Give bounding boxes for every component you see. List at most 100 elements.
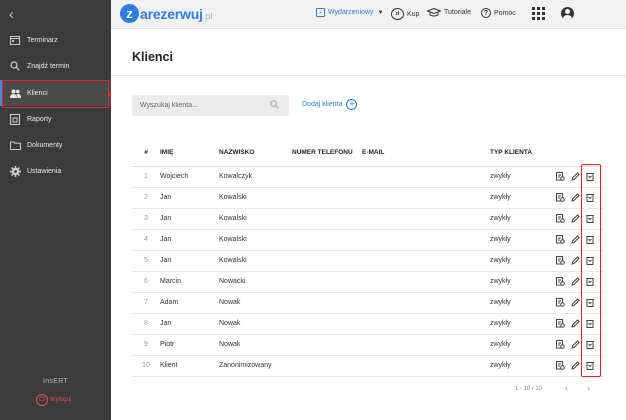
details-icon[interactable]: [556, 256, 565, 265]
plus-icon: +: [346, 99, 358, 110]
sidebar-item-label: Dokumenty: [27, 141, 63, 149]
app-logo[interactable]: z arezerwuj .pl: [120, 4, 212, 23]
tutorials-button[interactable]: Tutoriale: [427, 8, 471, 17]
edit-icon[interactable]: [571, 298, 580, 307]
table-row[interactable]: 8 Jan Nowak zwykły: [132, 313, 604, 335]
details-icon[interactable]: [556, 340, 565, 349]
cell-first-name: Jan: [160, 187, 219, 209]
cell-phone: [292, 208, 362, 230]
sidebar-item-znajdz-termin[interactable]: Znajdź termin: [0, 53, 111, 79]
column-header-phone[interactable]: NUMER TELEFONU: [292, 140, 362, 167]
cell-email: [362, 187, 490, 209]
search-icon[interactable]: [270, 100, 279, 111]
table-row[interactable]: 5 Jan Kowalski zwykły: [132, 250, 604, 272]
table-row[interactable]: 2 Jan Kowalski zwykły: [132, 187, 604, 209]
sidebar-item-label: Znajdź termin: [27, 62, 70, 70]
edit-icon[interactable]: [571, 319, 580, 328]
row-number: 7: [132, 292, 160, 314]
collapse-sidebar-icon[interactable]: ‹: [9, 7, 23, 23]
details-icon[interactable]: [556, 235, 565, 244]
table-row[interactable]: 1 Wojciech Kowalczyk zwykły: [132, 166, 604, 188]
details-icon[interactable]: [556, 172, 565, 181]
details-icon[interactable]: [556, 319, 565, 328]
cell-email: [362, 292, 490, 314]
cell-first-name: Piotr: [160, 334, 219, 356]
details-icon[interactable]: [556, 361, 565, 370]
table-row[interactable]: 7 Adam Nowak zwykły: [132, 292, 604, 314]
details-icon[interactable]: [556, 214, 565, 223]
cell-first-name: Klient: [160, 355, 219, 377]
cell-phone: [292, 355, 362, 377]
details-icon[interactable]: [556, 298, 565, 307]
table-row[interactable]: 6 Marcin Nowacki zwykły: [132, 271, 604, 293]
edit-icon[interactable]: [571, 277, 580, 286]
next-page-icon[interactable]: ›: [587, 383, 590, 394]
cell-client-type: zwykły: [490, 187, 552, 209]
cell-email: [362, 313, 490, 335]
table-row[interactable]: 3 Jan Kowalski zwykły: [132, 208, 604, 230]
edit-icon[interactable]: [571, 361, 580, 370]
row-number: 6: [132, 271, 160, 293]
table-row[interactable]: 10 Klient Zanonimizowany zwykły: [132, 355, 604, 377]
cell-last-name: Nowak: [219, 334, 292, 356]
edit-icon[interactable]: [571, 235, 580, 244]
table-row[interactable]: 9 Piotr Nowak zwykły: [132, 334, 604, 356]
help-icon: ?: [481, 8, 491, 18]
cell-first-name: Marcin: [160, 271, 219, 293]
power-icon: ⏻: [36, 394, 48, 406]
cell-last-name: Kowalski: [219, 187, 292, 209]
edit-icon[interactable]: [571, 172, 580, 181]
prev-page-icon[interactable]: ‹: [565, 383, 568, 394]
column-header-email[interactable]: E-MAIL: [362, 140, 490, 167]
cell-first-name: Adam: [160, 292, 219, 314]
active-item-highlight: [2, 80, 111, 108]
sidebar-item-terminarz[interactable]: Terminarz: [0, 27, 111, 53]
cell-client-type: zwykły: [490, 250, 552, 272]
calendar-icon: ▪: [316, 8, 325, 17]
user-avatar-icon[interactable]: [561, 7, 574, 20]
cell-email: [362, 271, 490, 293]
cell-phone: [292, 334, 362, 356]
cell-last-name: Nowak: [219, 292, 292, 314]
search-input[interactable]: [140, 102, 265, 109]
edit-icon[interactable]: [571, 340, 580, 349]
cell-first-name: Jan: [160, 208, 219, 230]
chevron-down-icon: ▼: [377, 9, 384, 16]
sidebar-item-ustawienia[interactable]: Ustawienia: [0, 158, 111, 184]
table-row[interactable]: 4 Jan Kowalski zwykły: [132, 229, 604, 251]
column-header-first-name[interactable]: IMIĘ: [160, 140, 219, 167]
details-icon[interactable]: [556, 277, 565, 286]
cell-first-name: Jan: [160, 250, 219, 272]
sidebar-item-label: Terminarz: [27, 36, 58, 44]
column-header-last-name[interactable]: NAZWISKO: [219, 140, 292, 167]
sidebar-item-dokumenty[interactable]: Dokumenty: [0, 132, 111, 158]
logout-label: Wyloguj: [50, 397, 72, 403]
clients-table: # IMIĘ NAZWISKO NUMER TELEFONU E-MAIL TY…: [132, 140, 604, 377]
cell-email: [362, 334, 490, 356]
row-number: 3: [132, 208, 160, 230]
details-icon[interactable]: [556, 193, 565, 202]
edit-icon[interactable]: [571, 256, 580, 265]
logout-button[interactable]: ⏻ Wyloguj: [36, 394, 71, 406]
edit-icon[interactable]: [571, 193, 580, 202]
sidebar-item-raporty[interactable]: Raporty: [0, 106, 111, 132]
column-header-client-type[interactable]: TYP KLIENTA: [490, 140, 552, 167]
report-icon: [9, 113, 21, 125]
row-number: 8: [132, 313, 160, 335]
search-icon: [9, 60, 21, 72]
cell-last-name: Kowalski: [219, 250, 292, 272]
add-client-button[interactable]: Dodaj klienta +: [302, 99, 358, 110]
cell-email: [362, 208, 490, 230]
cell-email: [362, 355, 490, 377]
cell-last-name: Kowalski: [219, 208, 292, 230]
cell-last-name: Kowalski: [219, 229, 292, 251]
table-header: # IMIĘ NAZWISKO NUMER TELEFONU E-MAIL TY…: [132, 140, 604, 167]
edit-icon[interactable]: [571, 214, 580, 223]
row-number: 1: [132, 166, 160, 188]
buy-button[interactable]: zł Kup: [391, 8, 419, 20]
events-dropdown[interactable]: ▪ Wydarzeniowy ▼: [316, 8, 383, 17]
row-number: 5: [132, 250, 160, 272]
client-search: [132, 95, 289, 116]
apps-grid-icon[interactable]: [532, 7, 545, 20]
help-button[interactable]: ? Pomoc: [481, 8, 516, 18]
